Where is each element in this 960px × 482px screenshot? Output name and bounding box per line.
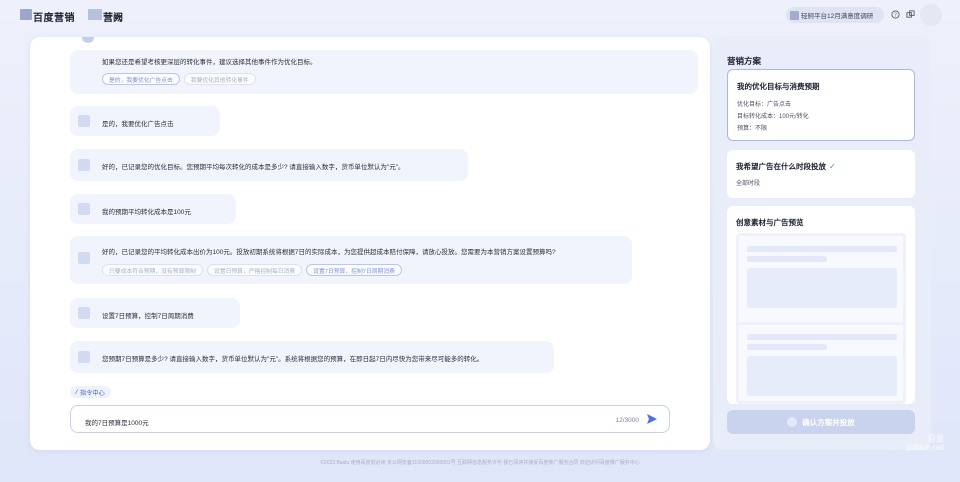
chat-input[interactable]: 我的7日预算是1000元 [85, 417, 149, 427]
check-icon: ✓ [829, 162, 836, 171]
schedule-card-title: 我希望广告在什么时段投放 ✓ [736, 161, 836, 172]
command-center-button[interactable]: ⁄ 指令中心 [70, 386, 111, 398]
help-circle-icon[interactable]: ? [890, 9, 901, 20]
send-icon[interactable] [645, 413, 659, 427]
user-message-avatar [78, 203, 90, 215]
chat-panel: 如果您还是希望考核更深层的转化事件，建议选择其他事件作为优化目标。 是的，我要优… [30, 37, 710, 450]
assistant-message: 好的，已记录您的平均转化成本出价为100元。投放初期系统将根据7日的实际成本，为… [70, 236, 632, 284]
goal-line: 目标转化成本：100元/转化 [737, 114, 809, 120]
assistant-message: 好的，已记录您的优化目标。您预期平均每次转化的成本是多少? 请直接输入数字，货币… [70, 149, 468, 181]
user-message-avatar [78, 307, 90, 319]
ad-preview [736, 233, 906, 404]
option-chip[interactable]: 我要优化其他转化事件 [183, 73, 256, 85]
watermark: 巨量 jb9bun.net [907, 434, 944, 452]
user-message: 我的预期平均转化成本是100元 [70, 194, 236, 224]
survey-icon [790, 10, 799, 20]
goal-card[interactable]: 我的优化目标与消费预期 优化目标：广告点击 目标转化成本：100元/转化 预算：… [727, 69, 915, 141]
chat-input-box[interactable]: 我的7日预算是1000元 12/3000 [70, 405, 670, 433]
watermark-line: 巨量 [928, 434, 944, 443]
schedule-card[interactable]: 我希望广告在什么时段投放 ✓ 全部时段 [727, 150, 915, 198]
assistant-message: 您预期7日预算是多少? 请直接输入数字，货币单位默认为"元"。系统将根据您的预算… [70, 341, 554, 373]
creative-preview-card[interactable]: 创意素材与广告预览 [727, 206, 915, 404]
confirm-icon [787, 417, 798, 427]
survey-button[interactable]: 轻舸平台12月满意度调研 [786, 7, 884, 23]
option-row: 是的，我要优化广告点击 我要优化其他转化事件 [102, 73, 256, 85]
watermark-line: jb9bun.net [906, 443, 944, 452]
preview-placeholder [747, 334, 897, 340]
preview-placeholder [747, 256, 827, 262]
preview-placeholder [747, 246, 897, 252]
survey-label: 轻舸平台12月满意度调研 [801, 13, 874, 20]
schedule-line: 全部时段 [736, 181, 761, 187]
creative-card-title: 创意素材与广告预览 [736, 218, 804, 227]
message-text: 是的，我要优化广告点击 [102, 121, 174, 128]
option-chip[interactable]: 设置日预算，严格控制每日消费 [206, 264, 303, 276]
product-logo [88, 9, 102, 20]
option-chip[interactable]: 设置7日预算，控制7日周期消费 [306, 264, 402, 276]
message-text: 好的，已记录您的平均转化成本出价为100元。投放初期系统将根据7日的实际成本，为… [102, 249, 556, 256]
command-center-label: 指令中心 [80, 389, 105, 397]
message-text: 设置7日预算，控制7日周期消费 [102, 313, 194, 320]
brand-logo [20, 9, 32, 20]
user-avatar[interactable] [920, 4, 942, 26]
message-text: 如果您还是希望考核更深层的转化事件，建议选择其他事件作为优化目标。 [102, 59, 317, 66]
plan-title: 营销方案 [727, 56, 762, 66]
message-text: 好的，已记录您的优化目标。您预期平均每次转化的成本是多少? 请直接输入数字，货币… [102, 164, 405, 171]
goal-line: 预算：不限 [737, 126, 768, 132]
char-counter: 12/3000 [615, 417, 640, 424]
option-row: 只要成本符合预期，没有预算限制 设置日预算，严格控制每日消费 设置7日预算，控制… [102, 264, 402, 276]
preview-placeholder [747, 356, 897, 396]
message-text: 我的预期平均转化成本是100元 [102, 209, 191, 216]
svg-text:?: ? [894, 12, 897, 18]
assistant-message: 如果您还是希望考核更深层的转化事件，建议选择其他事件作为优化目标。 是的，我要优… [70, 50, 698, 94]
goal-line: 优化目标：广告点击 [737, 102, 792, 108]
top-header: 百度营销 营阙 轻舸平台12月满意度调研 ? [0, 0, 960, 30]
brand-name[interactable]: 百度营销 [33, 9, 75, 24]
command-icon: ⁄ [76, 388, 78, 396]
confirm-launch-button[interactable]: 确认方案并投放 [727, 410, 915, 434]
assistant-message-avatar [78, 159, 90, 171]
preview-placeholder [747, 344, 827, 350]
plan-panel: 营销方案 我的优化目标与消费预期 优化目标：广告点击 目标转化成本：100元/转… [713, 37, 931, 450]
user-message: 是的，我要优化广告点击 [70, 106, 220, 136]
user-message-avatar [78, 115, 90, 127]
user-message: 设置7日预算，控制7日周期消费 [70, 298, 240, 328]
preview-divider [739, 322, 903, 325]
assistant-message-avatar [78, 252, 90, 264]
option-chip[interactable]: 只要成本符合预期，没有预算限制 [102, 264, 203, 276]
message-text: 您预期7日预算是多少? 请直接输入数字，货币单位默认为"元"。系统将根据您的预算… [102, 356, 484, 363]
assistant-avatar [82, 37, 94, 43]
goal-card-title: 我的优化目标与消费预期 [737, 82, 820, 91]
option-chip[interactable]: 是的，我要优化广告点击 [102, 73, 180, 85]
schedule-card-title-text: 我希望广告在什么时段投放 [736, 162, 826, 171]
assistant-message-avatar [78, 351, 90, 363]
footer-text: ©2023 Baidu 使用百度前必读 京公网安备11000002000001号… [320, 460, 640, 466]
window-icon[interactable] [905, 9, 916, 20]
product-name[interactable]: 营阙 [103, 9, 123, 24]
preview-placeholder [747, 268, 897, 308]
confirm-label: 确认方案并投放 [802, 417, 855, 427]
